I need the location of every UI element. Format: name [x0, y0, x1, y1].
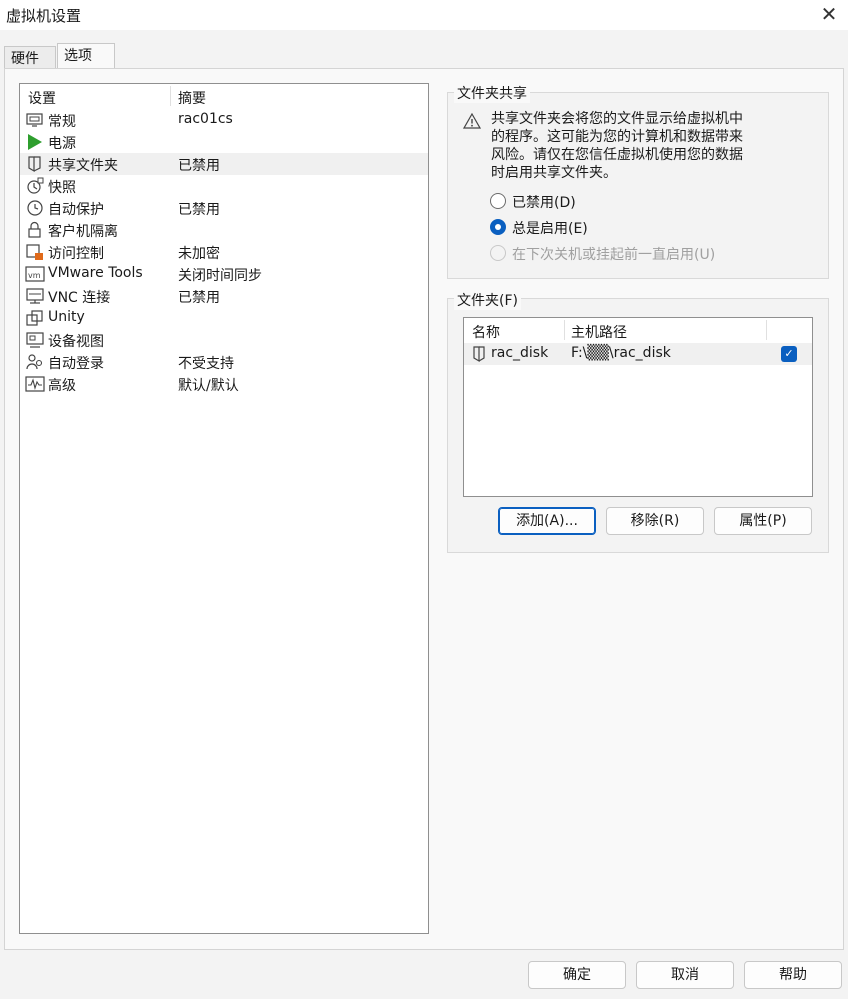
column-header-setting[interactable]: 设置: [28, 88, 56, 108]
radio-button-disabled: [490, 245, 506, 261]
device-view-icon: [25, 331, 45, 349]
unity-icon: [25, 309, 45, 327]
radio-button[interactable]: [490, 193, 506, 209]
cancel-button[interactable]: 取消: [636, 961, 734, 989]
settings-row-autologin[interactable]: 自动登录 不受支持: [20, 351, 428, 373]
folder-sharing-group-label: 文件夹共享: [454, 83, 530, 103]
play-icon: [25, 133, 45, 151]
folder-icon: [25, 155, 45, 173]
close-icon[interactable]: ✕: [818, 4, 840, 26]
lock-icon: [25, 221, 45, 239]
settings-list-header: 设置 摘要: [20, 84, 428, 108]
settings-row-shared-folders[interactable]: 共享文件夹 已禁用: [20, 153, 428, 175]
snapshot-icon: [25, 177, 45, 195]
settings-row-vmware-tools[interactable]: vm VMware Tools 关闭时间同步: [20, 263, 428, 285]
access-control-icon: [25, 243, 45, 261]
add-button[interactable]: 添加(A)...: [498, 507, 596, 535]
warning-icon: [462, 112, 482, 129]
remove-button[interactable]: 移除(R): [606, 507, 704, 535]
ok-button[interactable]: 确定: [528, 961, 626, 989]
settings-row-autoprotect[interactable]: 自动保护 已禁用: [20, 197, 428, 219]
settings-row-vnc[interactable]: VNC 连接 已禁用: [20, 285, 428, 307]
column-header-summary[interactable]: 摘要: [178, 88, 206, 108]
properties-button[interactable]: 属性(P): [714, 507, 812, 535]
settings-row-snapshots[interactable]: 快照: [20, 175, 428, 197]
users-icon: [25, 353, 45, 371]
monitor-icon: [25, 111, 45, 129]
vnc-icon: [25, 287, 45, 305]
settings-row-advanced[interactable]: 高级 默认/默认: [20, 373, 428, 395]
window-title: 虚拟机设置: [6, 7, 82, 25]
vm-icon: vm: [25, 265, 45, 283]
folder-enabled-checkbox[interactable]: ✓: [781, 346, 797, 362]
clock-icon: [25, 199, 45, 217]
folder-name: rac_disk: [491, 345, 549, 361]
settings-row-guest-isolation[interactable]: 客户机隔离: [20, 219, 428, 241]
table-row[interactable]: rac_disk F:\▒▒\rac_disk ✓: [464, 343, 812, 365]
settings-row-device-view[interactable]: 设备视图: [20, 329, 428, 351]
settings-row-power[interactable]: 电源: [20, 131, 428, 153]
help-button[interactable]: 帮助: [744, 961, 842, 989]
settings-row-general[interactable]: 常规 rac01cs: [20, 109, 428, 131]
settings-list[interactable]: 设置 摘要 常规 rac01cs 电源 共享文件夹 已禁用 快照 自动保护 已禁…: [19, 83, 429, 934]
column-header-host-path[interactable]: 主机路径: [571, 322, 627, 342]
advanced-icon: [25, 375, 45, 393]
folders-group-label: 文件夹(F): [454, 290, 521, 310]
settings-row-access-control[interactable]: 访问控制 未加密: [20, 241, 428, 263]
svg-text:vm: vm: [28, 271, 41, 280]
tab-hardware[interactable]: 硬件: [4, 46, 56, 69]
folder-icon: [471, 345, 487, 363]
tab-options[interactable]: 选项: [57, 43, 115, 69]
column-header-name[interactable]: 名称: [472, 322, 500, 342]
folders-table[interactable]: 名称 主机路径 rac_disk F:\▒▒\rac_disk ✓: [463, 317, 813, 497]
settings-row-unity[interactable]: Unity: [20, 307, 428, 329]
title-bar: 虚拟机设置 ✕: [0, 0, 848, 30]
sharing-warning-text: 共享文件夹会将您的文件显示给虚拟机中 的程序。这可能为您的计算机和数据带来 风险…: [491, 111, 743, 181]
radio-button-selected[interactable]: [490, 219, 506, 235]
folder-host-path: F:\▒▒\rac_disk: [571, 345, 671, 361]
